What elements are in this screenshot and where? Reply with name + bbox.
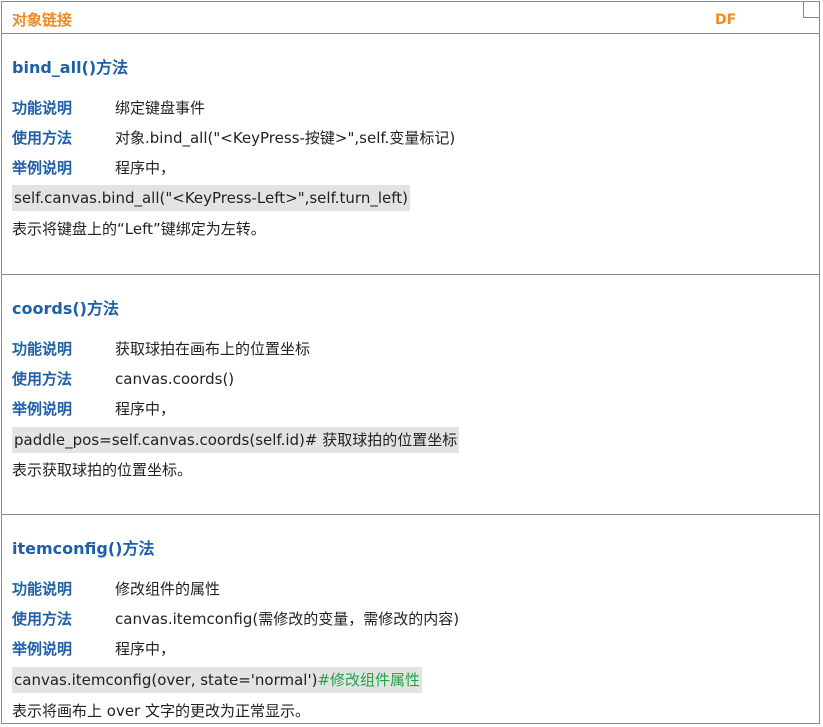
corner-label: DF — [715, 12, 737, 28]
code-comment: #修改组件属性 — [317, 671, 421, 689]
example-label: 举例说明 — [12, 159, 73, 177]
function-value: 修改组件的属性 — [115, 580, 221, 598]
function-label: 功能说明 — [12, 580, 73, 598]
example-row: 举例说明 程序中， — [12, 638, 175, 660]
header-bar: 对象链接 DF — [2, 2, 819, 34]
usage-row: 使用方法 对象.bind_all("<KeyPress-按键>",self.变量标… — [12, 127, 455, 149]
section-heading: bind_all()方法 — [12, 58, 129, 77]
code-text: paddle_pos=self.canvas.coords(self.id)# … — [14, 431, 458, 449]
document-title: 对象链接 — [12, 11, 73, 29]
description-text: 表示将画布上 over 文字的更改为正常显示。 — [12, 702, 310, 720]
usage-value: canvas.coords() — [115, 370, 235, 388]
section-bind-all: bind_all()方法 功能说明 绑定键盘事件 使用方法 对象.bind_all(… — [2, 34, 819, 274]
function-label: 功能说明 — [12, 99, 73, 117]
usage-row: 使用方法 canvas.coords() — [12, 368, 234, 390]
example-row: 举例说明 程序中， — [12, 398, 175, 420]
code-text: self.canvas.bind_all("<KeyPress-Left>",s… — [14, 189, 408, 207]
example-value: 程序中， — [115, 159, 176, 177]
section-heading: coords()方法 — [12, 299, 119, 318]
usage-row: 使用方法 canvas.itemconfig(需修改的变量，需修改的内容) — [12, 608, 459, 630]
example-row: 举例说明 程序中， — [12, 157, 175, 179]
function-label: 功能说明 — [12, 340, 73, 358]
usage-label: 使用方法 — [12, 370, 73, 388]
function-value: 绑定键盘事件 — [115, 99, 206, 117]
description-text: 表示将键盘上的“Left”键绑定为左转。 — [12, 220, 266, 238]
description-text: 表示获取球拍的位置坐标。 — [12, 461, 193, 479]
example-label: 举例说明 — [12, 640, 73, 658]
code-line: canvas.itemconfig(over, state='normal')#… — [12, 667, 423, 693]
usage-label: 使用方法 — [12, 610, 73, 628]
example-label: 举例说明 — [12, 400, 73, 418]
function-row: 功能说明 获取球拍在画布上的位置坐标 — [12, 338, 310, 360]
section-itemconfig: itemconfig()方法 功能说明 修改组件的属性 使用方法 canvas.it… — [2, 514, 819, 724]
function-row: 功能说明 修改组件的属性 — [12, 578, 220, 600]
example-value: 程序中， — [115, 400, 176, 418]
usage-value: 对象.bind_all("<KeyPress-按键>",self.变量标记) — [115, 129, 456, 147]
usage-label: 使用方法 — [12, 129, 73, 147]
section-heading: itemconfig()方法 — [12, 539, 155, 558]
function-row: 功能说明 绑定键盘事件 — [12, 97, 205, 119]
function-value: 获取球拍在画布上的位置坐标 — [115, 340, 311, 358]
code-text: canvas.itemconfig(over, state='normal') — [14, 671, 318, 689]
example-value: 程序中， — [115, 640, 176, 658]
section-coords: coords()方法 功能说明 获取球拍在画布上的位置坐标 使用方法 canvas.… — [2, 274, 819, 514]
usage-value: canvas.itemconfig(需修改的变量，需修改的内容) — [115, 610, 460, 628]
document-frame: 对象链接 DF bind_all()方法 功能说明 绑定键盘事件 使用方法 对象.b… — [1, 1, 820, 724]
code-line: paddle_pos=self.canvas.coords(self.id)# … — [12, 427, 460, 453]
corner-box — [803, 2, 819, 18]
code-line: self.canvas.bind_all("<KeyPress-Left>",s… — [12, 185, 410, 211]
